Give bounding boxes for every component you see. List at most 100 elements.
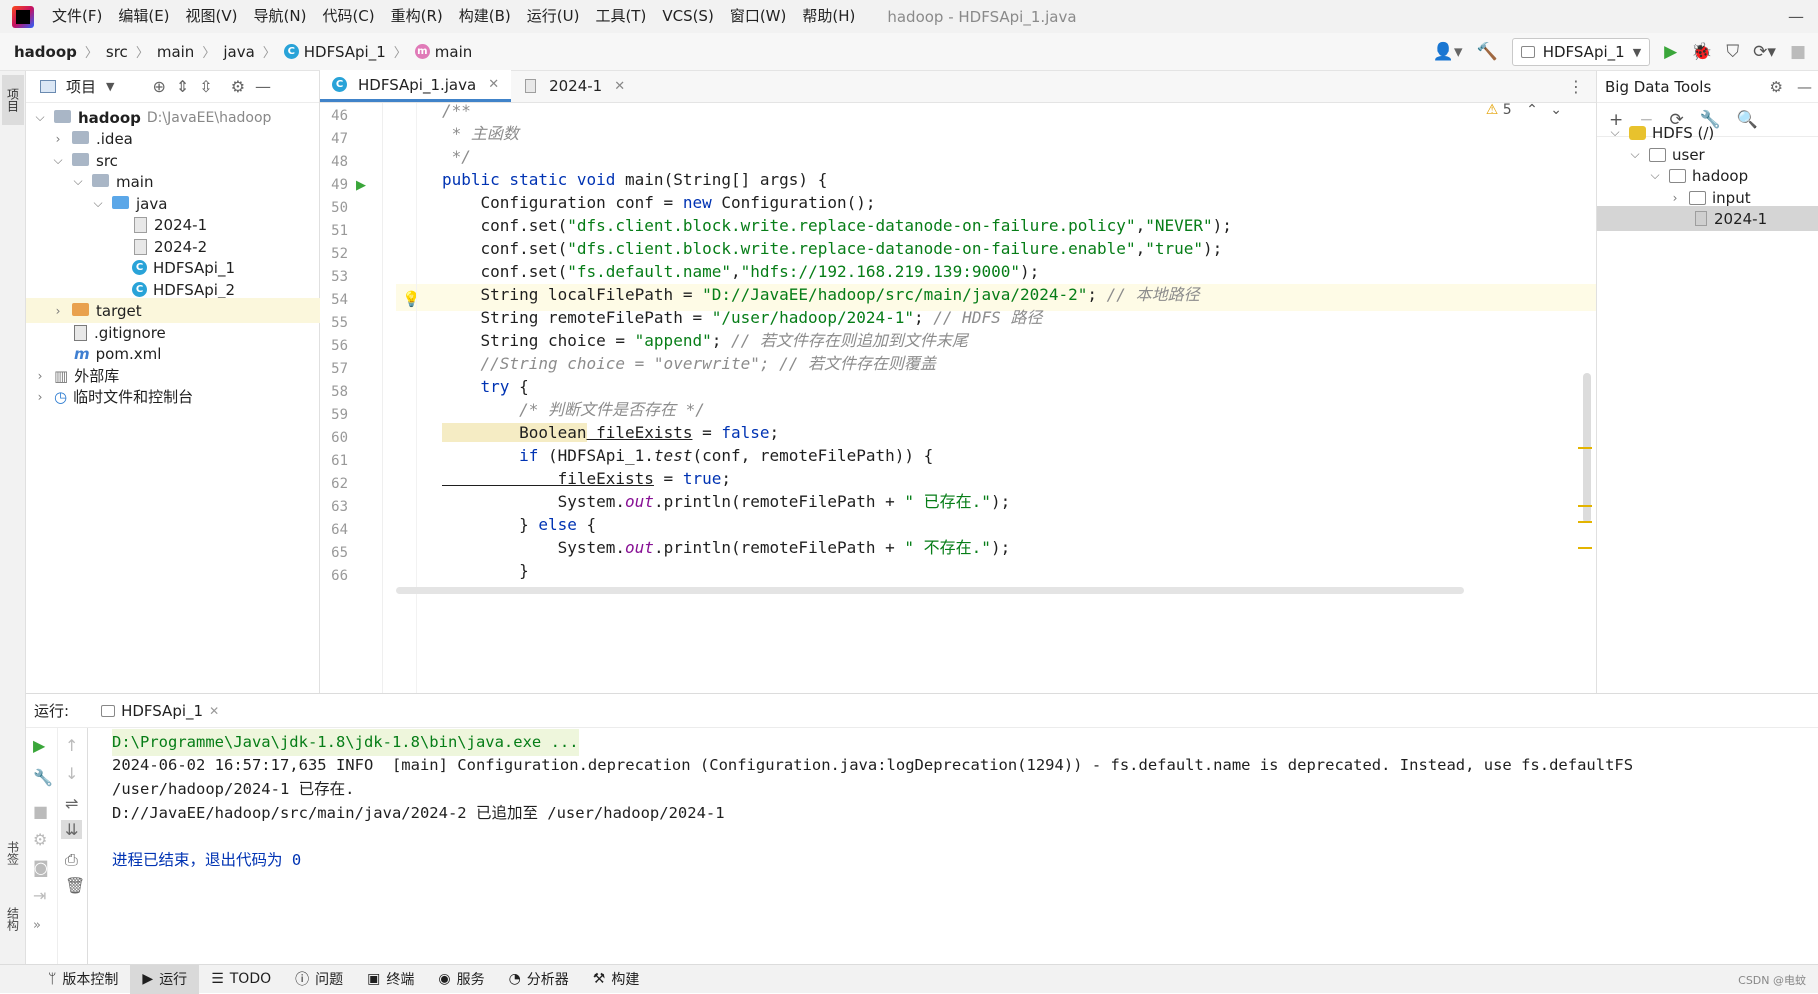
soft-wrap-icon[interactable]: ⇌ <box>65 794 78 813</box>
warning-stripe-marker[interactable] <box>1578 447 1592 449</box>
horizontal-scrollbar[interactable] <box>396 587 1464 594</box>
arrow-down-icon[interactable]: ↓ <box>65 764 78 783</box>
locate-icon[interactable]: ⊕ <box>152 77 165 96</box>
run-tab[interactable]: ▶ 运行 <box>130 964 200 994</box>
expand-all-icon[interactable]: ⇕ <box>176 77 189 96</box>
bookmarks-tool-tab[interactable]: 书签 <box>2 833 24 873</box>
chevron-down-icon[interactable]: ▼ <box>106 80 114 93</box>
tab-hdfsapi1[interactable]: C HDFSApi_1.java ✕ <box>320 70 512 102</box>
code-token: "fs.default.name" <box>567 262 731 281</box>
arrow-up-icon[interactable]: ↑ <box>65 736 78 755</box>
print-icon[interactable]: ⎙ <box>65 850 78 870</box>
close-icon[interactable]: ✕ <box>209 704 219 718</box>
code-token: true <box>682 469 722 488</box>
inspection-widget[interactable]: ⚠ 5 ⌃ ⌄ <box>1486 103 1562 124</box>
text-file-icon <box>134 216 147 233</box>
tree-item-scratches[interactable]: › ◷ 临时文件和控制台 <box>26 384 320 409</box>
minimize-icon[interactable]: — <box>1788 7 1804 26</box>
chevron-down-icon[interactable]: ⌄ <box>1550 103 1562 118</box>
hide-icon[interactable]: — <box>255 77 271 96</box>
chevron-up-icon[interactable]: ⌃ <box>1526 103 1538 118</box>
build-hammer-icon[interactable]: 🔨 <box>1477 42 1498 62</box>
code-token: } <box>442 515 539 534</box>
code-editor[interactable]: 46 47 48 49 50 51 52 53 54 55 56 57 58 5… <box>320 103 1596 693</box>
crumb-src[interactable]: src <box>106 43 128 61</box>
services-tab[interactable]: ◉ 服务 <box>426 965 496 994</box>
run-icon[interactable]: ▶ <box>1664 42 1677 62</box>
trash-icon[interactable]: 🗑 <box>65 876 85 895</box>
gutter-divider <box>382 103 383 693</box>
menu-tools[interactable]: 工具(T) <box>587 0 654 33</box>
tree-label: 2024-2 <box>154 237 208 256</box>
run-tab-hdfsapi1[interactable]: HDFSApi_1 ✕ <box>93 702 227 720</box>
crumb-main[interactable]: main <box>157 43 194 61</box>
menu-edit[interactable]: 编辑(E) <box>110 0 177 33</box>
stop-icon[interactable]: ■ <box>1790 42 1806 62</box>
settings-icon[interactable]: ⚙ <box>1770 78 1783 96</box>
code-token: ); <box>990 492 1011 511</box>
project-tool-tab[interactable]: 项目 <box>2 75 24 125</box>
code-token: ; <box>769 423 780 442</box>
structure-tool-tab[interactable]: 结构 <box>2 899 24 939</box>
exit-icon[interactable]: ⇥ <box>33 886 46 905</box>
build-tab[interactable]: ⚒ 构建 <box>581 965 652 994</box>
menu-code[interactable]: 代码(C) <box>314 0 382 33</box>
crumb-class[interactable]: C HDFSApi_1 <box>283 42 386 61</box>
hdfs-2024-1-node[interactable]: 2024-1 <box>1597 206 1818 231</box>
menu-build[interactable]: 构建(B) <box>451 0 519 33</box>
menu-navigate[interactable]: 导航(N) <box>246 0 315 33</box>
menu-run[interactable]: 运行(U) <box>519 0 588 33</box>
menu-help[interactable]: 帮助(H) <box>794 0 863 33</box>
stop-icon[interactable]: ■ <box>33 802 48 821</box>
run-config-select[interactable]: HDFSApi_1 ▼ <box>1511 38 1651 66</box>
close-icon[interactable]: ✕ <box>488 77 499 92</box>
crumb-hadoop[interactable]: hadoop <box>14 43 77 61</box>
chevron-down-icon: ⌵ <box>1610 125 1620 139</box>
code-token: .println(remoteFilePath + <box>653 492 905 511</box>
rerun-icon[interactable]: ▶ <box>33 736 45 755</box>
warning-stripe-marker[interactable] <box>1578 505 1592 507</box>
todo-tab[interactable]: ☰ TODO <box>199 965 283 994</box>
crumb-label: HDFSApi_1 <box>303 42 386 61</box>
crumb-java[interactable]: java <box>223 43 254 61</box>
menu-refactor[interactable]: 重构(R) <box>383 0 451 33</box>
wrench-icon[interactable]: 🔧 <box>33 768 53 787</box>
coverage-icon[interactable]: ⛉ <box>1726 42 1739 62</box>
tab-2024-1[interactable]: 2024-1 ✕ <box>511 70 637 102</box>
lightbulb-icon[interactable]: 💡 <box>402 286 421 313</box>
crumb-method[interactable]: m main <box>414 43 472 61</box>
menu-view[interactable]: 视图(V) <box>178 0 246 33</box>
tree-label: java <box>136 194 168 213</box>
directory-icon <box>1669 168 1686 183</box>
warning-stripe-marker[interactable] <box>1578 521 1592 523</box>
code-token: conf.set( <box>442 216 568 235</box>
run-gutter-icon[interactable]: ▶ <box>356 172 366 199</box>
menu-file[interactable]: 文件(F) <box>44 0 110 33</box>
code-token: ); <box>1020 262 1040 281</box>
scroll-to-end-icon[interactable]: ⇊ <box>61 820 83 839</box>
profiler-tab[interactable]: ◔ 分析器 <box>497 965 581 994</box>
profile-icon[interactable]: ⟳▾ <box>1753 42 1776 62</box>
camera-icon[interactable]: ◙ <box>33 858 49 877</box>
debug-bug-icon[interactable]: 🐞 <box>1691 42 1712 62</box>
pin-icon[interactable]: ⚙ <box>33 830 47 849</box>
version-control-tab[interactable]: ᛘ 版本控制 <box>36 965 130 994</box>
collapse-all-icon[interactable]: ⇳ <box>199 77 212 96</box>
more-tabs-icon[interactable]: ⋮ <box>1568 77 1584 96</box>
tab-label: 2024-1 <box>549 77 603 95</box>
terminal-tab[interactable]: ▣ 终端 <box>355 965 426 994</box>
menu-window[interactable]: 窗口(W) <box>722 0 795 33</box>
menu-vcs[interactable]: VCS(S) <box>654 0 721 33</box>
intellij-logo-icon[interactable] <box>12 5 34 28</box>
project-panel-title[interactable]: 项目 <box>66 76 96 97</box>
hide-icon[interactable]: — <box>1797 78 1812 96</box>
close-icon[interactable]: ✕ <box>614 79 625 94</box>
warning-count: 5 <box>1502 103 1512 118</box>
gear-icon[interactable]: ⚙ <box>231 77 245 96</box>
problems-tab[interactable]: ⓘ 问题 <box>283 965 355 994</box>
code-token: (HDFSApi_1. <box>538 446 654 465</box>
user-icon[interactable]: 👤▾ <box>1433 42 1463 62</box>
warning-stripe-marker[interactable] <box>1578 547 1592 549</box>
title-bar: 文件(F) 编辑(E) 视图(V) 导航(N) 代码(C) 重构(R) 构建(B… <box>0 0 1818 33</box>
more-icon[interactable]: » <box>33 918 41 933</box>
